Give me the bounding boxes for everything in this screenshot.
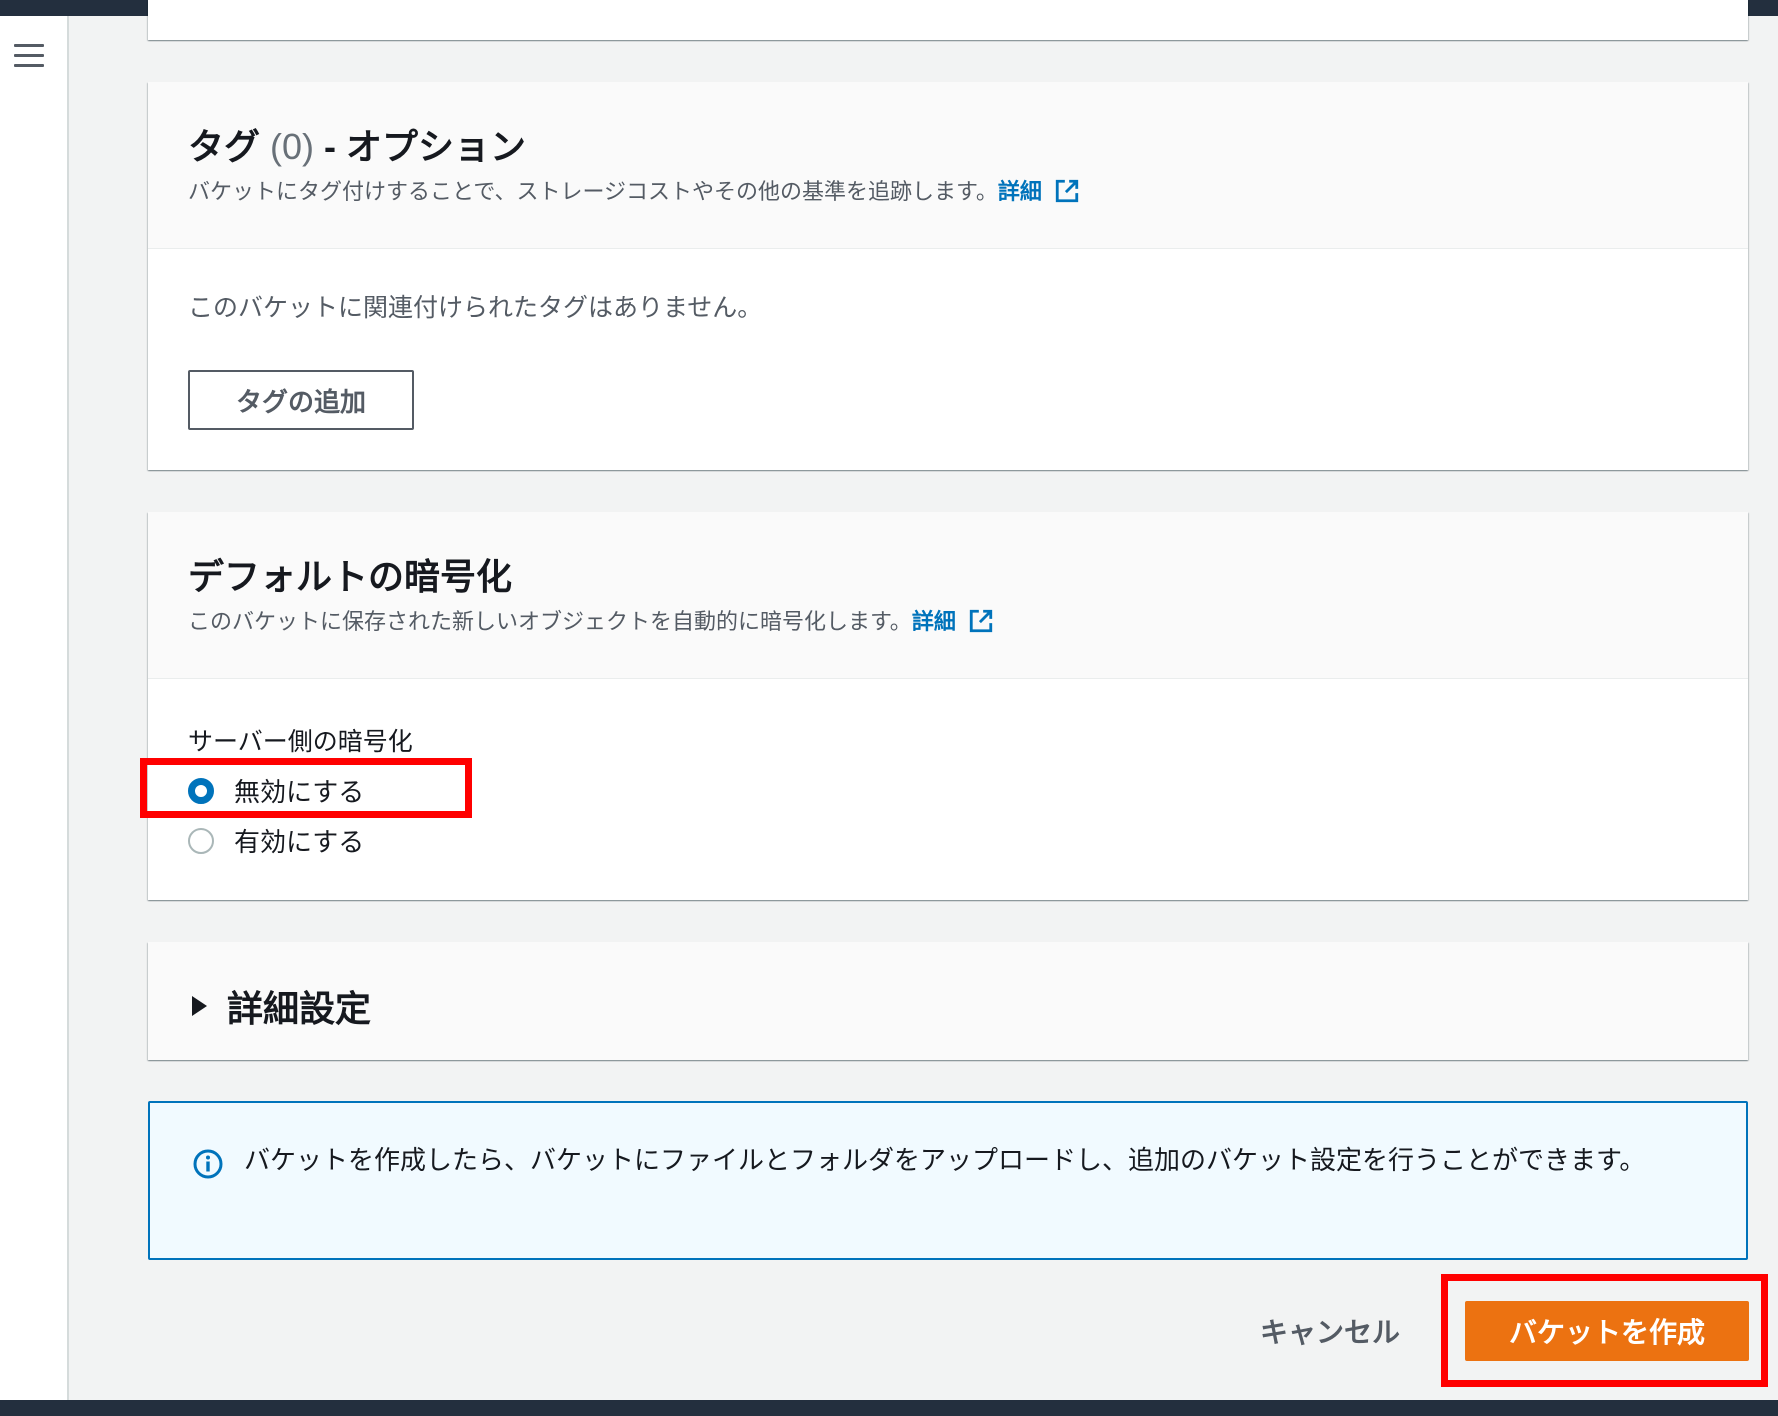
encryption-panel-header: デフォルトの暗号化 このバケットに保存された新しいオブジェクトを自動的に暗号化し… (148, 512, 1748, 679)
tags-count: (0) (270, 126, 315, 167)
side-navigation (0, 16, 69, 1400)
encryption-title: デフォルトの暗号化 (188, 556, 513, 597)
info-icon (193, 1149, 223, 1179)
tags-empty-message: このバケットに関連付けられたタグはありません。 (188, 293, 763, 322)
add-tag-button[interactable]: タグの追加 (188, 370, 414, 430)
info-alert: バケットを作成したら、バケットにファイルとフォルダをアップロードし、追加のバケッ… (148, 1101, 1748, 1260)
radio-enable[interactable] (188, 827, 214, 854)
previous-panel (148, 0, 1748, 40)
highlight-box-create-bucket (1441, 1274, 1768, 1387)
hamburger-menu-icon[interactable] (14, 44, 44, 70)
tags-details-link[interactable]: 詳細 (998, 180, 1042, 205)
server-side-encryption-label: サーバー側の暗号化 (188, 727, 413, 756)
advanced-settings-panel: 詳細設定 (148, 942, 1748, 1060)
info-alert-text: バケットを作成したら、バケットにファイルとフォルダをアップロードし、追加のバケッ… (244, 1146, 1646, 1176)
tags-title: タグ (0) - オプション (188, 126, 527, 167)
bottom-bar (0, 1400, 1778, 1416)
advanced-settings-label: 詳細設定 (227, 988, 372, 1029)
tags-panel-header: タグ (0) - オプション バケットにタグ付けすることで、ストレージコストやそ… (148, 82, 1748, 249)
encryption-panel: デフォルトの暗号化 このバケットに保存された新しいオブジェクトを自動的に暗号化し… (148, 512, 1748, 900)
advanced-settings-expander[interactable]: 詳細設定 (192, 980, 371, 1032)
tags-panel: タグ (0) - オプション バケットにタグ付けすることで、ストレージコストやそ… (148, 82, 1748, 470)
tags-description: バケットにタグ付けすることで、ストレージコストやその他の基準を追跡します。詳細 (188, 174, 1080, 206)
external-link-icon[interactable] (968, 608, 994, 634)
radio-option-enable[interactable]: 有効にする (188, 822, 364, 859)
encryption-description: このバケットに保存された新しいオブジェクトを自動的に暗号化します。詳細 (188, 604, 994, 636)
radio-label-enable: 有効にする (234, 828, 365, 858)
caret-right-icon (192, 996, 207, 1016)
external-link-icon[interactable] (1054, 178, 1080, 204)
highlight-box-disable-option (140, 758, 472, 818)
cancel-button[interactable]: キャンセル (1240, 1303, 1420, 1359)
encryption-details-link[interactable]: 詳細 (912, 610, 956, 635)
